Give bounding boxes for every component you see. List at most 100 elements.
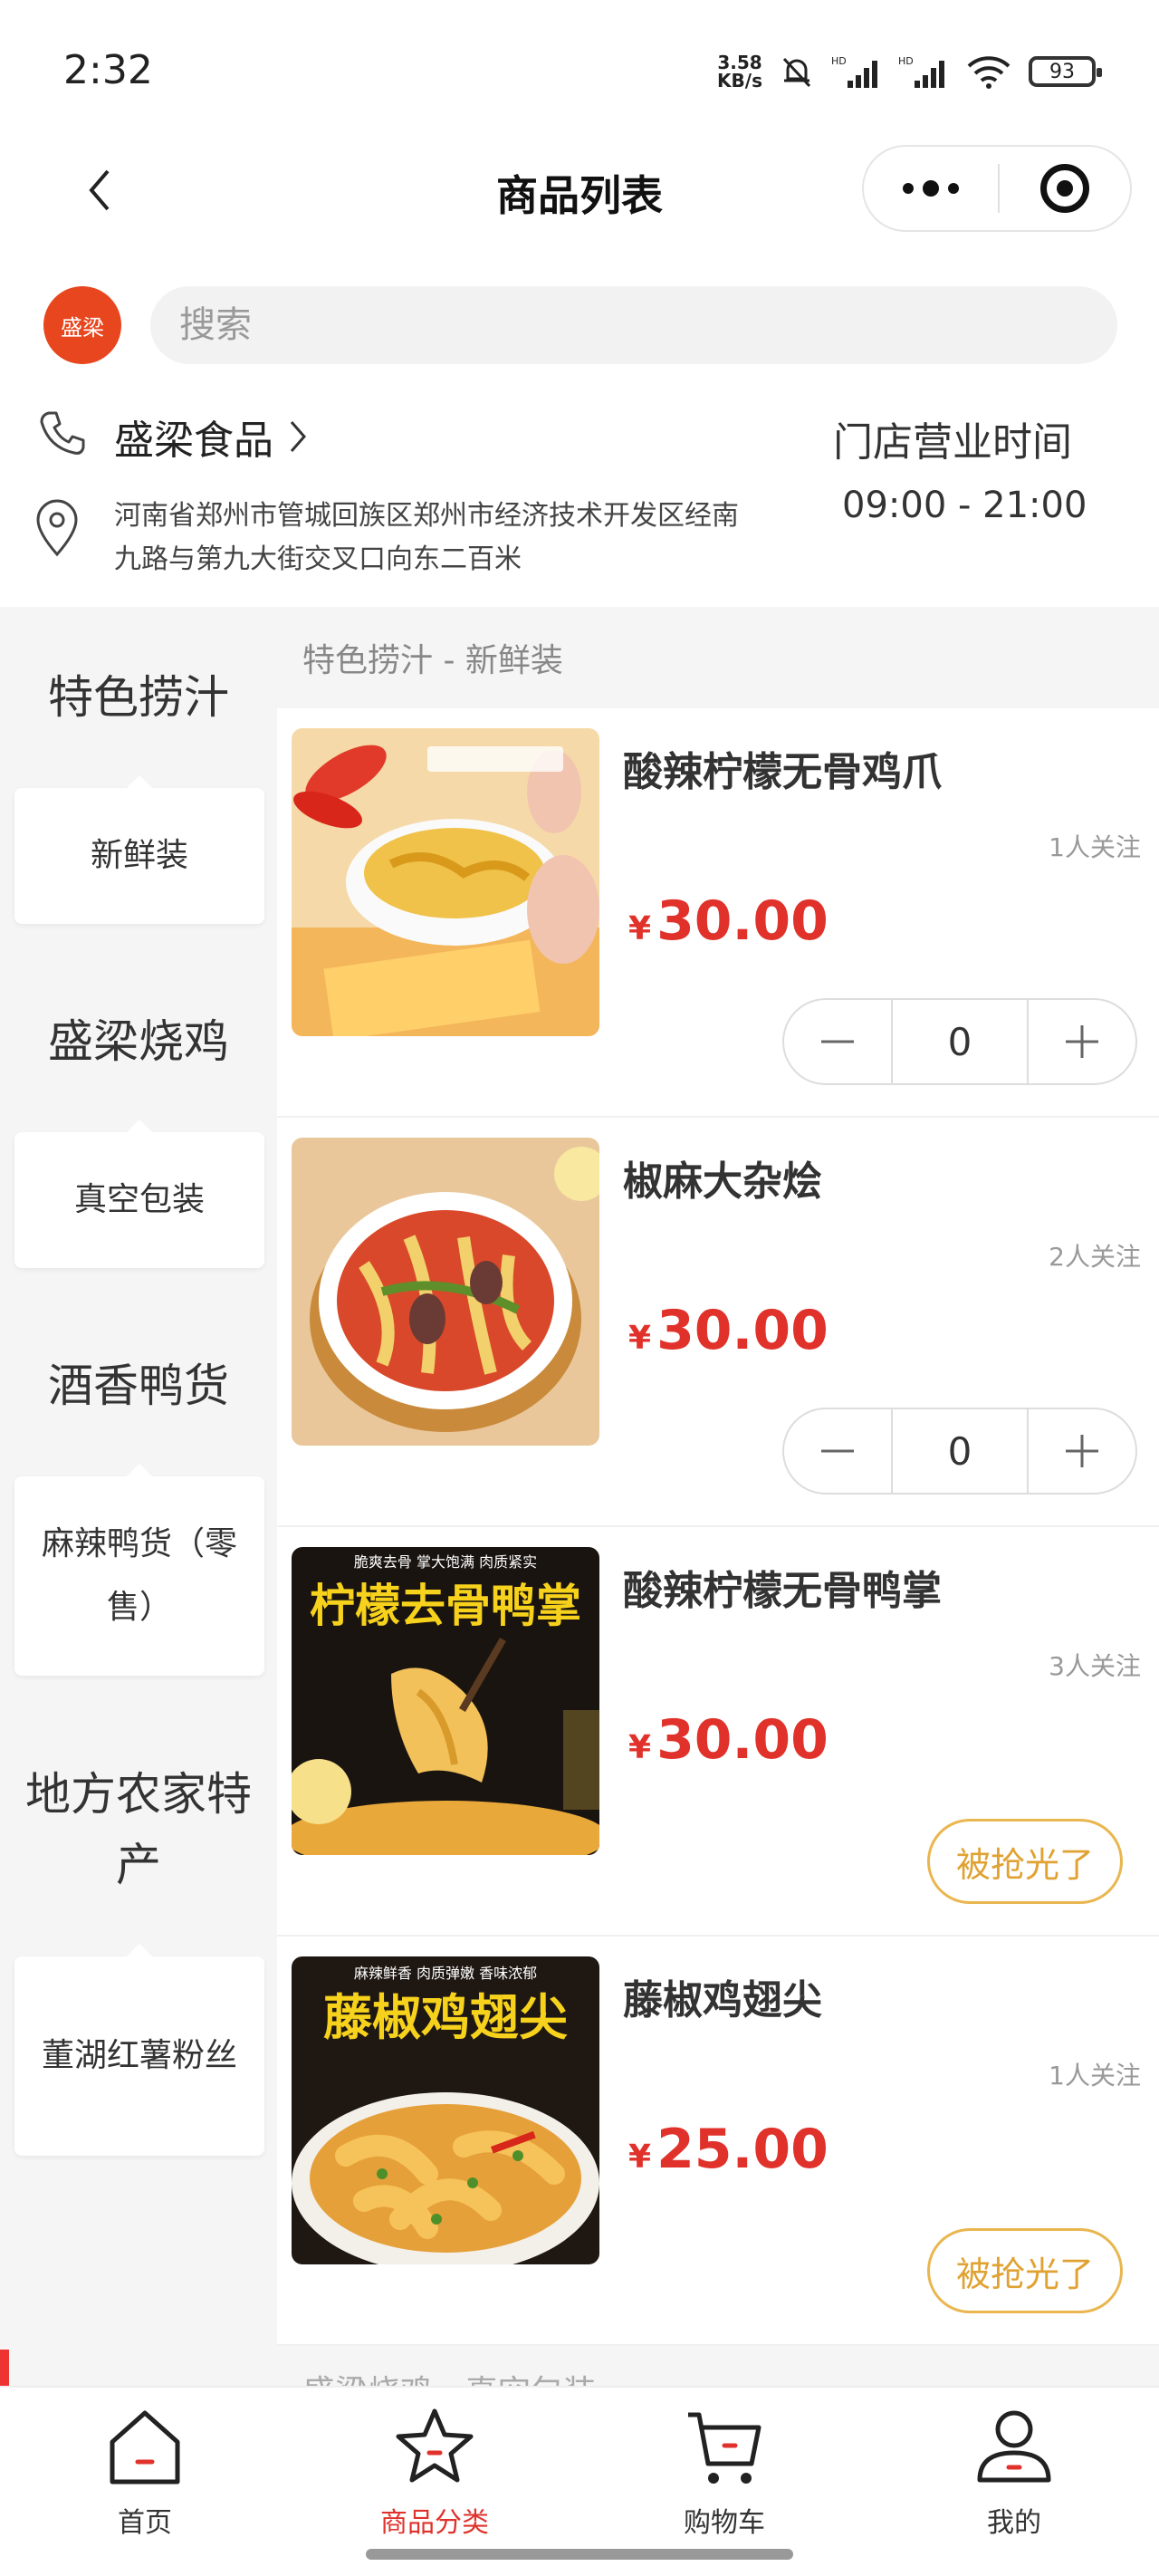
product-name: 藤椒鸡翅尖 <box>623 1977 822 2023</box>
product-card[interactable]: 椒麻大杂烩 2人关注 ¥ 30.00 0 <box>277 1118 1159 1527</box>
mini-program-capsule <box>862 145 1132 232</box>
product-price: ¥ 30.00 <box>628 1708 829 1772</box>
product-image[interactable] <box>292 1138 599 1446</box>
home-indicator[interactable] <box>366 2549 793 2560</box>
tab-label: 购物车 <box>684 2507 765 2539</box>
sidebar-subcategory[interactable]: 麻辣鸭货（零售） <box>14 1464 264 1676</box>
status-icons: 3.58 KB/s HD HD 93 <box>717 49 1102 94</box>
tab-profile[interactable]: 我的 <box>869 2388 1159 2547</box>
more-dot-icon <box>903 183 914 194</box>
product-card[interactable]: 酸辣柠檬无骨鸡爪 1人关注 ¥ 30.00 0 <box>277 708 1159 1118</box>
product-banner-title: 藤椒鸡翅尖 <box>323 1989 568 2046</box>
status-bar: 2:32 3.58 KB/s HD HD 93 <box>0 0 1159 136</box>
store-address: 河南省郑州市管城回族区郑州市经济技术开发区经南九路与第九大街交叉口向东二百米 <box>114 500 739 575</box>
follower-count: 2人关注 <box>1049 1242 1141 1272</box>
quantity-value[interactable]: 0 <box>891 1409 1029 1493</box>
chevron-right-icon <box>290 421 306 452</box>
follower-count: 1人关注 <box>1049 2061 1141 2091</box>
more-dot-icon <box>948 183 959 194</box>
plus-icon <box>1066 1435 1098 1467</box>
sidebar-category[interactable]: 特色捞汁 <box>0 607 277 788</box>
price-value: 30.00 <box>656 1299 829 1362</box>
product-card[interactable]: 脆爽去骨 掌大饱满 肉质紧实 柠檬去骨鸭掌 酸辣柠檬无骨鸭掌 3人关注 ¥ 30… <box>277 1527 1159 1937</box>
tab-category[interactable]: 商品分类 <box>290 2388 580 2547</box>
location-pin-icon <box>36 499 78 557</box>
section-header: 特色捞汁 - 新鲜装 <box>277 607 1159 708</box>
decrease-button[interactable] <box>784 1000 891 1083</box>
signal-hd-1-icon: HD <box>831 55 877 88</box>
search-bar[interactable] <box>150 286 1117 364</box>
follower-count: 1人关注 <box>1049 832 1141 862</box>
minus-icon <box>821 1449 854 1453</box>
price-value: 25.00 <box>656 2118 829 2181</box>
currency-symbol: ¥ <box>628 910 652 947</box>
currency-symbol: ¥ <box>628 1729 652 1766</box>
nav-bar: 商品列表 <box>0 136 1159 245</box>
tab-home[interactable]: 首页 <box>0 2388 290 2547</box>
product-image[interactable]: 麻辣鲜香 肉质弹嫩 香味浓郁 藤椒鸡翅尖 <box>292 1956 599 2264</box>
product-name: 酸辣柠檬无骨鸡爪 <box>623 749 942 795</box>
sidebar-subcategory[interactable]: 真空包装 <box>14 1120 264 1268</box>
phone-icon[interactable] <box>36 408 87 458</box>
follower-count: 3人关注 <box>1049 1651 1141 1681</box>
product-image[interactable] <box>292 728 599 1036</box>
sidebar-active-indicator <box>0 2350 9 2386</box>
product-name: 椒麻大杂烩 <box>623 1158 822 1205</box>
quantity-stepper: 0 <box>782 1408 1137 1495</box>
minus-icon <box>821 1040 854 1043</box>
increase-button[interactable] <box>1029 1409 1135 1493</box>
price-value: 30.00 <box>656 1708 829 1772</box>
network-speed-unit: KB/s <box>717 70 762 91</box>
wifi-icon <box>967 56 1011 89</box>
product-list: 特色捞汁 - 新鲜装 酸辣柠檬无骨鸡爪 1人关注 ¥ 30.00 0 椒麻大杂烩… <box>277 607 1159 2386</box>
price-value: 30.00 <box>656 889 829 953</box>
product-card[interactable]: 麻辣鲜香 肉质弹嫩 香味浓郁 藤椒鸡翅尖 藤椒鸡翅尖 1人关注 ¥ 25.00 … <box>277 1937 1159 2346</box>
tab-label: 我的 <box>987 2507 1041 2539</box>
store-name: 盛梁食品 <box>114 418 273 464</box>
signal-hd-2-icon: HD <box>898 55 944 88</box>
sidebar-category[interactable]: 地方农家特产 <box>0 1703 277 1956</box>
store-logo[interactable]: 盛梁 <box>43 286 121 364</box>
product-price: ¥ 25.00 <box>628 2118 829 2181</box>
svg-text:HD: HD <box>831 55 847 67</box>
search-input[interactable] <box>179 304 1117 346</box>
bottom-tab-bar: 首页 商品分类 购物车 我的 <box>0 2386 1159 2576</box>
more-menu-button[interactable] <box>864 147 998 230</box>
sidebar-category[interactable]: 盛梁烧鸡 <box>0 951 277 1132</box>
sidebar-category[interactable]: 酒香鸭货 <box>0 1295 277 1476</box>
increase-button[interactable] <box>1029 1000 1135 1083</box>
category-sidebar: 特色捞汁 新鲜装 盛梁烧鸡 真空包装 酒香鸭货 麻辣鸭货（零售） 地方农家特产 … <box>0 607 277 2386</box>
currency-symbol: ¥ <box>628 2139 652 2176</box>
product-name: 酸辣柠檬无骨鸭掌 <box>623 1568 942 1614</box>
cart-icon <box>688 2412 761 2484</box>
battery-indicator: 93 <box>1029 56 1102 87</box>
sidebar-subcategory[interactable]: 董湖红薯粉丝 <box>14 1944 264 2156</box>
network-speed: 3.58 KB/s <box>717 53 762 90</box>
svg-text:HD: HD <box>898 55 914 67</box>
product-list-page: 2:32 3.58 KB/s HD HD 93 商品列表 盛梁 搜索 盛梁食品 … <box>0 0 1159 2576</box>
mute-bell-icon <box>782 57 811 88</box>
product-banner-title: 柠檬去骨鸭掌 <box>310 1580 581 1632</box>
product-banner-tagline: 脆爽去骨 掌大饱满 肉质紧实 <box>354 1553 537 1571</box>
quantity-value[interactable]: 0 <box>891 1000 1029 1083</box>
sidebar-subcategory[interactable]: 新鲜装 <box>14 775 264 924</box>
product-banner-tagline: 麻辣鲜香 肉质弹嫩 香味浓郁 <box>354 1965 537 1982</box>
product-image[interactable]: 脆爽去骨 掌大饱满 肉质紧实 柠檬去骨鸭掌 <box>292 1547 599 1855</box>
plus-icon <box>1066 1025 1098 1058</box>
quantity-stepper: 0 <box>782 998 1137 1085</box>
profile-icon <box>977 2410 1051 2483</box>
target-close-icon <box>1040 164 1089 213</box>
close-mini-program-button[interactable] <box>1000 147 1130 230</box>
product-price: ¥ 30.00 <box>628 1299 829 1362</box>
store-name-link[interactable]: 盛梁食品 <box>114 408 308 466</box>
next-section-header: 盛梁烧鸡 - 真空包装 <box>277 2346 1159 2386</box>
status-time: 2:32 <box>63 47 153 93</box>
business-hours-title: 门店营业时间 <box>833 419 1072 466</box>
decrease-button[interactable] <box>784 1409 891 1493</box>
home-icon <box>110 2410 180 2485</box>
sold-out-button[interactable]: 被抢光了 <box>927 1819 1123 1904</box>
sold-out-button[interactable]: 被抢光了 <box>927 2228 1123 2313</box>
tab-label: 首页 <box>118 2507 172 2539</box>
tab-label: 商品分类 <box>380 2507 489 2539</box>
tab-cart[interactable]: 购物车 <box>580 2388 869 2547</box>
